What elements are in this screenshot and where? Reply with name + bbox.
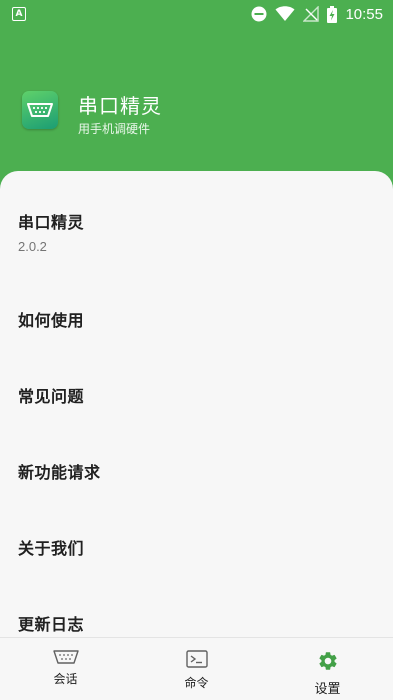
settings-item-title: 更新日志 [18,615,85,634]
gear-icon [318,652,337,670]
settings-item-feature-request[interactable]: 新功能请求 [0,459,393,483]
nav-tab-settings[interactable]: 设置 [262,638,393,700]
settings-item-title: 如何使用 [18,311,85,330]
settings-item-title: 关于我们 [18,539,85,558]
do-not-disturb-icon [251,6,267,22]
nav-tab-sessions[interactable]: 会话 [0,638,131,700]
app-name: 串口精灵 [78,94,162,118]
wifi-icon [275,6,295,21]
android-notification-icon: A [12,7,26,21]
clock-time: 10:55 [345,5,383,23]
settings-item-about-us[interactable]: 关于我们 [0,535,393,559]
nav-tab-commands[interactable]: 命令 [131,638,262,700]
battery-charging-icon [327,5,338,23]
app-screen: A 10:55 串口精灵 用手机调硬件 串口精灵 2.0.2 如何使用 常见问题… [0,0,393,700]
settings-item-changelog[interactable]: 更新日志 [0,611,393,635]
serial-port-icon [22,91,58,129]
settings-item-title: 串口精灵 [18,213,85,232]
settings-item-title: 新功能请求 [18,463,101,482]
app-tagline: 用手机调硬件 [78,122,151,136]
settings-list: 串口精灵 2.0.2 如何使用 常见问题 新功能请求 关于我们 更新日志 [0,171,393,700]
terminal-icon [185,650,208,668]
settings-item-how-to-use[interactable]: 如何使用 [0,307,393,331]
settings-item-faq[interactable]: 常见问题 [0,383,393,407]
bottom-navigation: 会话 命令 设置 [0,637,393,700]
version-number: 2.0.2 [18,239,47,254]
no-signal-icon [303,6,320,22]
settings-item-version[interactable]: 串口精灵 2.0.2 [0,209,393,254]
nav-tab-label: 会话 [53,672,78,686]
settings-item-title: 常见问题 [18,387,85,406]
app-header: 串口精灵 用手机调硬件 [0,28,393,178]
status-bar: A 10:55 [0,0,393,28]
nav-tab-label: 设置 [314,682,341,697]
nav-tab-label: 命令 [184,676,209,690]
serial-port-icon [52,650,79,664]
